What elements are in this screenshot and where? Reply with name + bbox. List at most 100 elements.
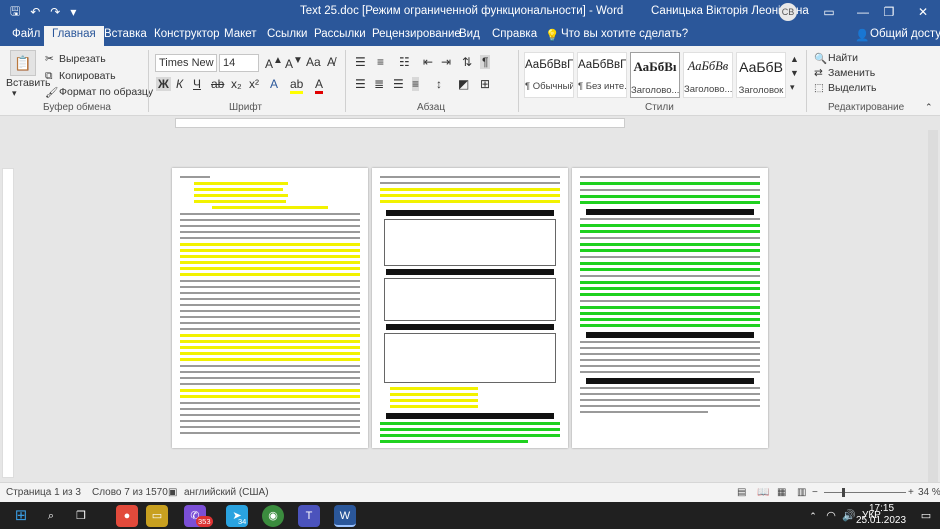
search-icon[interactable]: ⌕ xyxy=(40,505,62,527)
subscript-icon[interactable]: x₂ xyxy=(231,77,242,91)
document-canvas[interactable] xyxy=(0,130,940,482)
font-size-input[interactable]: 14 xyxy=(219,54,259,72)
copy-button[interactable]: Копировать xyxy=(59,70,116,82)
styles-more-icon[interactable]: ▾ xyxy=(790,82,795,93)
clock-date[interactable]: 25.01.2023 xyxy=(856,515,906,526)
vertical-scrollbar[interactable] xyxy=(928,130,938,482)
align-center-icon[interactable]: ≣ xyxy=(374,77,384,91)
document-page[interactable] xyxy=(372,168,568,448)
cut-icon[interactable]: ✂ xyxy=(45,53,54,65)
shrink-font-icon[interactable]: A▼ xyxy=(285,55,303,71)
web-layout-icon[interactable]: ▥ xyxy=(797,487,806,498)
style-heading-3[interactable]: АаБбВ Заголовок xyxy=(736,52,786,98)
app-icon[interactable]: ● xyxy=(116,505,138,527)
borders-icon[interactable]: ⊞ xyxy=(480,77,490,91)
redo-icon[interactable]: ↷ xyxy=(50,5,60,19)
superscript-icon[interactable]: x² xyxy=(249,77,259,91)
proofing-icon[interactable]: ▣ xyxy=(168,487,177,498)
grow-font-icon[interactable]: A▲ xyxy=(265,55,283,71)
format-painter-icon[interactable]: 🖌 xyxy=(45,86,58,99)
show-marks-icon[interactable]: ¶ xyxy=(480,55,491,69)
zoom-level[interactable]: 34 % xyxy=(918,487,940,498)
share-button[interactable]: Общий доступ xyxy=(870,28,940,40)
restore-button[interactable]: ❐ xyxy=(872,0,906,24)
search-icon[interactable]: 🔍 xyxy=(814,52,827,65)
styles-up-icon[interactable]: ▲ xyxy=(790,54,799,64)
style-heading-1[interactable]: АаБбВı Заголово... xyxy=(630,52,680,98)
print-layout-icon[interactable]: ▦ xyxy=(777,487,786,498)
tab-references[interactable]: Ссылки xyxy=(267,28,308,40)
strikethrough-icon[interactable]: ab xyxy=(211,77,224,91)
chrome-icon[interactable]: ◉ xyxy=(262,505,284,527)
clock-time[interactable]: 17:15 xyxy=(869,503,894,514)
tab-layout[interactable]: Макет xyxy=(224,28,257,40)
select-icon[interactable]: ⬚ xyxy=(814,82,824,94)
numbering-icon[interactable]: ≡ xyxy=(377,55,384,69)
tab-view[interactable]: Вид xyxy=(459,28,480,40)
tray-overflow-icon[interactable]: ⌃ xyxy=(806,505,820,527)
zoom-thumb[interactable] xyxy=(842,488,845,497)
replace-icon[interactable]: ⇄ xyxy=(814,67,823,79)
bullets-icon[interactable]: ☰ xyxy=(355,55,366,69)
align-right-icon[interactable]: ☰ xyxy=(393,77,404,91)
wifi-icon[interactable]: ◠ xyxy=(824,505,838,527)
file-explorer-icon[interactable]: ▭ xyxy=(146,505,168,527)
horizontal-ruler[interactable] xyxy=(0,116,940,130)
ribbon-display-icon[interactable]: ▭ xyxy=(812,0,846,24)
increase-indent-icon[interactable]: ⇥ xyxy=(441,55,451,69)
zoom-in-icon[interactable]: + xyxy=(908,487,914,498)
document-page[interactable] xyxy=(172,168,368,448)
tab-file[interactable]: Файл xyxy=(12,28,40,40)
text-effects-icon[interactable]: A xyxy=(270,77,278,91)
font-color-icon[interactable]: A xyxy=(315,77,324,94)
read-mode-icon[interactable]: 📖 xyxy=(757,487,769,498)
word-icon[interactable]: W xyxy=(334,505,356,527)
sort-icon[interactable]: ⇅ xyxy=(462,55,472,69)
save-icon[interactable]: 🖫 xyxy=(10,2,20,23)
style-no-spacing[interactable]: АаБбВвГг, ¶ Без инте... xyxy=(577,52,627,98)
replace-button[interactable]: Заменить xyxy=(828,67,875,79)
notifications-icon[interactable]: ▭ xyxy=(918,505,934,527)
close-button[interactable]: ✕ xyxy=(906,0,940,24)
teams-icon[interactable]: T xyxy=(298,505,320,527)
style-heading-2[interactable]: АаБбВв Заголово... xyxy=(683,52,733,98)
tab-help[interactable]: Справка xyxy=(492,28,537,40)
collapse-ribbon-icon[interactable]: ⌃ xyxy=(925,102,933,113)
zoom-slider[interactable] xyxy=(824,492,906,493)
tab-insert[interactable]: Вставка xyxy=(104,28,147,40)
styles-down-icon[interactable]: ▼ xyxy=(790,68,799,78)
find-button[interactable]: Найти xyxy=(828,52,858,64)
italic-button[interactable]: К xyxy=(176,77,183,91)
bold-button[interactable]: Ж xyxy=(156,77,171,91)
tab-home[interactable]: Главная xyxy=(44,26,104,46)
line-spacing-icon[interactable]: ↕ xyxy=(436,77,442,91)
paste-icon[interactable]: 📋 xyxy=(10,50,36,76)
customize-qat-icon[interactable]: ▾ xyxy=(70,5,76,19)
tab-mailings[interactable]: Рассылки xyxy=(314,28,366,40)
word-count[interactable]: Слово 7 из 1570 xyxy=(92,487,168,498)
multilevel-list-icon[interactable]: ☷ xyxy=(399,55,410,69)
cut-button[interactable]: Вырезать xyxy=(59,53,106,65)
change-case-icon[interactable]: Aa xyxy=(306,55,321,69)
document-page[interactable] xyxy=(572,168,768,448)
tab-design[interactable]: Конструктор xyxy=(154,28,220,40)
zoom-out-icon[interactable]: − xyxy=(812,487,818,498)
tell-me-input[interactable]: Что вы хотите сделать? xyxy=(561,28,688,40)
tab-review[interactable]: Рецензирование xyxy=(372,28,461,40)
highlight-icon[interactable]: ab xyxy=(290,77,304,94)
format-painter-button[interactable]: Формат по образцу xyxy=(59,86,153,98)
clear-formatting-icon[interactable]: A̸ xyxy=(327,55,335,69)
shading-icon[interactable]: ◩ xyxy=(458,77,469,91)
font-name-input[interactable]: Times New Ro xyxy=(155,54,217,72)
windows-start-icon[interactable]: ⊞ xyxy=(10,505,32,527)
task-view-icon[interactable]: ❐ xyxy=(70,505,92,527)
page-count[interactable]: Страница 1 из 3 xyxy=(6,487,81,498)
focus-mode-icon[interactable]: ▤ xyxy=(737,487,746,498)
select-button[interactable]: Выделить xyxy=(828,82,876,94)
volume-icon[interactable]: 🔊 xyxy=(842,505,856,527)
undo-icon[interactable]: ↶ xyxy=(30,5,40,19)
style-normal[interactable]: АаБбВвГг, ¶ Обычный xyxy=(524,52,574,98)
avatar[interactable]: СВ xyxy=(779,3,797,21)
copy-icon[interactable]: ⧉ xyxy=(45,70,53,83)
vertical-ruler[interactable] xyxy=(2,168,14,478)
